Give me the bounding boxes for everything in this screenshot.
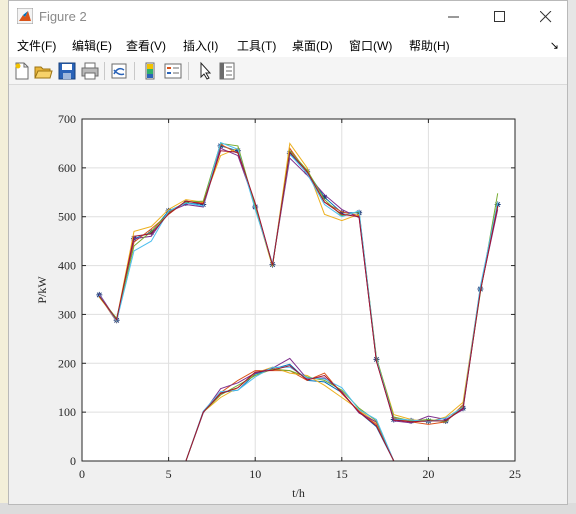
toolbar-separator [188, 62, 189, 80]
y-tick-label: 400 [58, 259, 76, 273]
y-tick-label: 700 [58, 112, 76, 126]
y-tick-label: 200 [58, 356, 76, 370]
minimize-button[interactable] [431, 1, 477, 32]
dock-arrow-icon[interactable]: ↘ [550, 39, 559, 52]
edit-plot-arrow-icon [200, 61, 212, 80]
x-tick-label: 0 [79, 467, 85, 481]
print-button[interactable] [80, 61, 100, 81]
new-figure-icon [15, 62, 29, 80]
menu-desktop[interactable]: 桌面(D) [292, 37, 333, 54]
new-figure-button[interactable] [12, 61, 32, 81]
menu-tools[interactable]: 工具(T) [237, 37, 276, 54]
title-bar: Figure 2 [9, 1, 567, 32]
y-axis-label: P/kW [35, 276, 49, 304]
figure-canvas: 0 5 10 15 20 25 0 100 200 300 400 500 600 700 t/h P/k… [9, 85, 567, 504]
toolbar-separator [104, 62, 105, 80]
x-tick-label: 15 [336, 467, 348, 481]
y-tick-label: 600 [58, 161, 76, 175]
power-chart[interactable]: 0 5 10 15 20 25 0 100 200 300 400 500 600 700 t/h P/k… [9, 85, 567, 504]
y-tick-label: 0 [70, 454, 76, 468]
close-icon [540, 11, 552, 23]
open-file-button[interactable] [33, 61, 53, 81]
minimize-icon [448, 16, 459, 18]
menu-help[interactable]: 帮助(H) [409, 37, 450, 54]
y-tick-label: 500 [58, 210, 76, 224]
menu-bar: 文件(F) 编辑(E) 查看(V) 插入(I) 工具(T) 桌面(D) 窗口(W… [9, 32, 567, 57]
edit-plot-button[interactable] [195, 61, 215, 81]
insert-colorbar-icon [145, 62, 155, 80]
y-tick-label: 100 [58, 405, 76, 419]
property-inspector-icon [219, 62, 235, 80]
plot-area [82, 119, 515, 461]
print-icon [81, 62, 99, 80]
window-title: Figure 2 [39, 9, 87, 24]
open-file-icon [34, 66, 53, 79]
x-axis-label: t/h [292, 486, 305, 500]
menu-edit[interactable]: 编辑(E) [72, 37, 112, 54]
toolbar-separator [134, 62, 135, 80]
desktop-background [0, 0, 8, 514]
toolbar [9, 57, 567, 85]
menu-window[interactable]: 窗口(W) [349, 37, 392, 54]
x-tick-label: 25 [509, 467, 521, 481]
link-plot-button[interactable] [109, 61, 129, 81]
property-inspector-button[interactable] [217, 61, 237, 81]
x-tick-label: 5 [166, 467, 172, 481]
save-icon [58, 62, 76, 80]
figure-window: Figure 2 文件(F) 编辑(E) 查看(V) 插入(I) 工具(T) 桌… [8, 0, 568, 505]
insert-colorbar-button[interactable] [140, 61, 160, 81]
insert-legend-button[interactable] [163, 61, 183, 81]
maximize-button[interactable] [477, 1, 523, 32]
menu-file[interactable]: 文件(F) [17, 37, 56, 54]
save-button[interactable] [57, 61, 77, 81]
insert-legend-icon [164, 63, 182, 79]
matlab-figure-icon [16, 7, 34, 25]
y-tick-label: 300 [58, 307, 76, 321]
menu-insert[interactable]: 插入(I) [183, 37, 218, 54]
x-tick-label: 10 [249, 467, 261, 481]
maximize-icon [494, 11, 505, 22]
link-plot-icon [111, 63, 127, 79]
menu-view[interactable]: 查看(V) [126, 37, 166, 54]
x-tick-label: 20 [422, 467, 434, 481]
close-button[interactable] [523, 1, 569, 32]
